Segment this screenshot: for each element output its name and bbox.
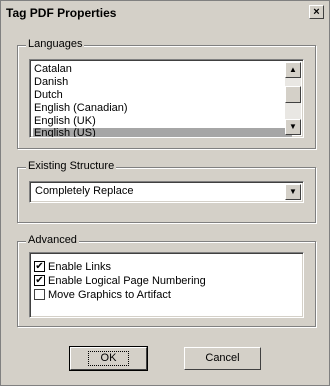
- ok-button[interactable]: OK: [69, 346, 148, 371]
- language-item-danish[interactable]: Danish: [33, 76, 292, 89]
- advanced-legend: Advanced: [26, 234, 79, 246]
- languages-listbox[interactable]: Catalan Danish Dutch English (Canadian) …: [29, 59, 304, 138]
- languages-group: Languages Catalan Danish Dutch English (…: [17, 38, 316, 149]
- ok-label: OK: [87, 351, 130, 366]
- title-bar[interactable]: Tag PDF Properties ×: [3, 3, 327, 23]
- move-graphics-to-artifact-label: Move Graphics to Artifact: [48, 289, 171, 301]
- check-icon: ✔: [35, 274, 44, 286]
- advanced-options-box: ✔ Enable Links ✔ Enable Logical Page Numbe…: [29, 252, 304, 318]
- enable-logical-page-numbering-option[interactable]: ✔ Enable Logical Page Numbering: [34, 274, 206, 288]
- enable-logical-page-numbering-checkbox[interactable]: ✔: [34, 274, 45, 286]
- scroll-up-icon: ▲: [289, 65, 297, 74]
- scroll-down-icon: ▼: [289, 122, 297, 131]
- languages-scrollbar[interactable]: ▲ ▼: [285, 62, 301, 135]
- enable-logical-page-numbering-label: Enable Logical Page Numbering: [48, 275, 206, 287]
- existing-structure-group: Existing Structure Completely Replace ▼: [17, 160, 316, 223]
- chevron-down-icon: ▼: [289, 187, 297, 196]
- dialog-window: Tag PDF Properties × Languages Catalan D…: [0, 0, 330, 386]
- enable-links-label: Enable Links: [48, 261, 111, 273]
- move-graphics-to-artifact-option[interactable]: Move Graphics to Artifact: [34, 288, 171, 302]
- existing-structure-select[interactable]: Completely Replace ▼: [29, 181, 304, 203]
- scroll-thumb[interactable]: [285, 86, 301, 103]
- check-icon: ✔: [35, 260, 44, 272]
- enable-links-option[interactable]: ✔ Enable Links: [34, 260, 111, 274]
- move-graphics-to-artifact-checkbox[interactable]: [34, 288, 45, 300]
- language-item-english-canadian[interactable]: English (Canadian): [33, 102, 292, 115]
- enable-links-checkbox[interactable]: ✔: [34, 260, 45, 272]
- close-button[interactable]: ×: [309, 5, 324, 19]
- window-title: Tag PDF Properties: [6, 6, 117, 20]
- language-item-english-us[interactable]: English (US): [33, 128, 292, 137]
- language-item-dutch[interactable]: Dutch: [33, 89, 292, 102]
- languages-legend: Languages: [26, 38, 85, 50]
- existing-structure-legend: Existing Structure: [26, 160, 117, 172]
- cancel-button[interactable]: Cancel: [184, 347, 261, 370]
- scroll-up-button[interactable]: ▲: [285, 62, 301, 78]
- existing-structure-value: Completely Replace: [35, 185, 134, 197]
- scroll-down-button[interactable]: ▼: [285, 119, 301, 135]
- language-item-catalan[interactable]: Catalan: [33, 63, 292, 76]
- dropdown-button[interactable]: ▼: [285, 184, 301, 200]
- advanced-group: Advanced ✔ Enable Links ✔ Enable Logical P…: [17, 234, 316, 327]
- language-item-english-uk[interactable]: English (UK): [33, 115, 292, 128]
